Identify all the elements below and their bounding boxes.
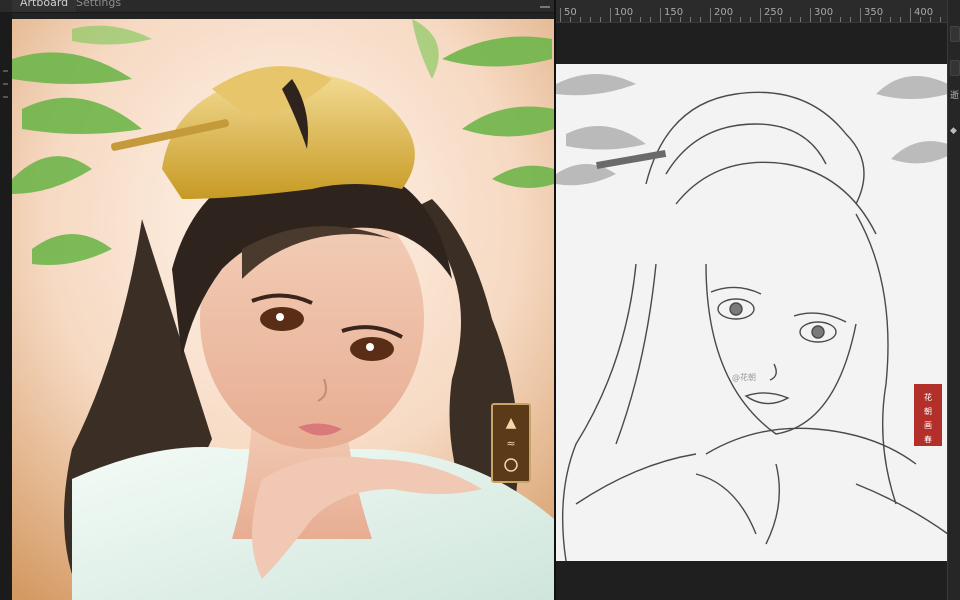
ruler-tick <box>650 17 651 22</box>
minimize-icon[interactable] <box>540 0 550 8</box>
ruler-tick <box>590 17 591 22</box>
reference-artwork: ▲ ≈ <box>12 19 554 600</box>
svg-text:≈: ≈ <box>506 437 515 450</box>
ruler-tick <box>670 17 671 22</box>
panel-toggle-icon[interactable] <box>950 26 960 42</box>
strip-label-glyph: 逝 <box>950 91 960 101</box>
ruler-tick <box>710 8 711 22</box>
ruler-tick <box>780 17 781 22</box>
ruler-tick <box>860 8 861 22</box>
ruler-tick <box>570 17 571 22</box>
reference-panel: Artboard Settings ▲ ≈ <box>0 0 556 600</box>
canvas-panel: 50 100 150 200 250 300 350 400 @花朝 花 朝 画… <box>556 0 960 600</box>
panel-toggle-icon[interactable] <box>950 60 960 76</box>
ruler-tick <box>620 17 621 22</box>
ruler-tick <box>610 8 611 22</box>
lineart-canvas[interactable]: @花朝 花 朝 画 春 <box>556 64 948 561</box>
svg-text:花: 花 <box>924 392 932 402</box>
ruler-tick <box>830 17 831 22</box>
ruler-tick <box>820 17 821 22</box>
svg-text:春: 春 <box>924 434 932 444</box>
tab-bar: Artboard Settings <box>0 0 556 13</box>
gutter-mark-icon <box>3 83 8 85</box>
ruler-tick <box>750 17 751 22</box>
tab-settings[interactable]: Settings <box>68 0 129 12</box>
tab-artboard[interactable]: Artboard <box>12 0 77 12</box>
ruler-tick <box>840 17 841 22</box>
ruler-tick <box>700 17 701 22</box>
canvas-bottom-area <box>556 561 948 600</box>
ruler-tick <box>580 17 581 22</box>
ruler-tick <box>880 17 881 22</box>
ruler-tick <box>740 17 741 22</box>
right-side-strip: 逝 ◆ <box>947 0 960 600</box>
ruler-tick <box>900 17 901 22</box>
watermark-text: @花朝 <box>732 372 756 382</box>
reference-painting: ▲ ≈ <box>12 19 554 600</box>
ruler-tick <box>730 17 731 22</box>
ruler-tick <box>790 17 791 22</box>
ruler-tick <box>660 8 661 22</box>
ruler-tick <box>560 8 561 22</box>
ruler-tick <box>890 17 891 22</box>
lineart-drawing: @花朝 花 朝 画 春 <box>556 64 948 561</box>
ruler-tick <box>850 17 851 22</box>
ruler-tick <box>910 8 911 22</box>
ruler-tick <box>720 17 721 22</box>
svg-text:画: 画 <box>924 421 932 430</box>
ruler-tick <box>690 17 691 22</box>
ruler-tick <box>770 17 771 22</box>
ruler-tick <box>920 17 921 22</box>
left-toolbar-gutter <box>0 13 12 600</box>
ruler-tick <box>810 8 811 22</box>
gutter-mark-icon <box>3 96 8 98</box>
ruler-tick <box>940 17 941 22</box>
ruler-tick <box>870 17 871 22</box>
gutter-mark-icon <box>3 70 8 72</box>
horizontal-ruler: 50 100 150 200 250 300 350 400 <box>556 0 948 23</box>
ruler-tick <box>630 17 631 22</box>
diamond-icon[interactable]: ◆ <box>950 126 957 136</box>
svg-text:朝: 朝 <box>924 407 932 416</box>
ruler-tick <box>680 17 681 22</box>
ruler-tick <box>800 17 801 22</box>
ruler-tick <box>760 8 761 22</box>
svg-text:▲: ▲ <box>506 415 517 431</box>
ruler-tick <box>930 17 931 22</box>
ruler-tick <box>600 17 601 22</box>
ruler-tick <box>640 17 641 22</box>
